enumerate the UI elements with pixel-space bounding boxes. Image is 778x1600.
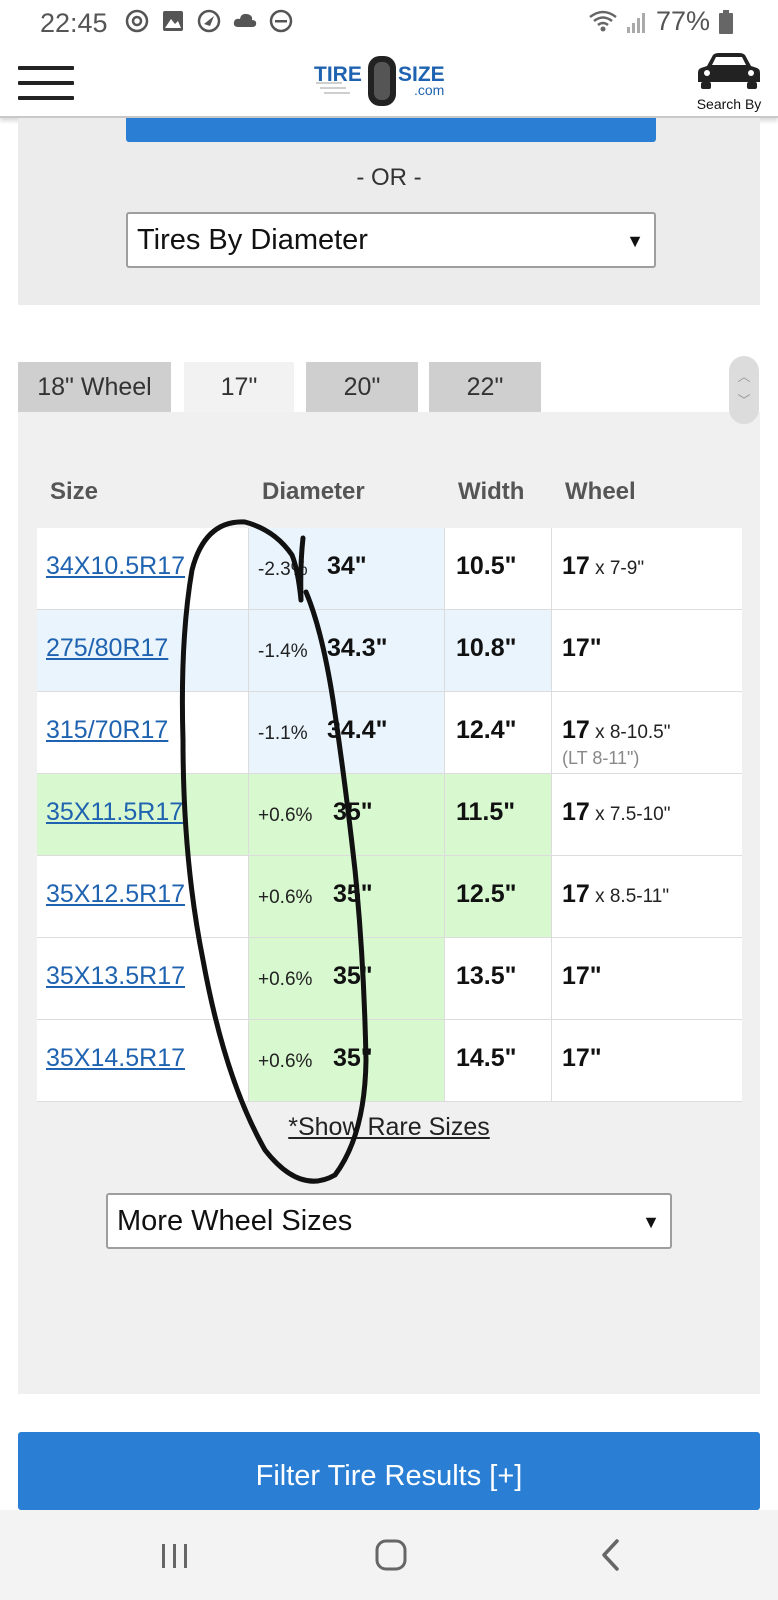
logo-text-tire: TIRE	[314, 63, 362, 86]
search-button[interactable]	[126, 118, 656, 142]
menu-icon[interactable]	[18, 66, 74, 100]
battery-percent: 77%	[655, 6, 710, 36]
header-wheel: Wheel	[565, 478, 636, 505]
wheel-range: x 7-9"	[589, 558, 645, 579]
wheel-size: 17"	[562, 1044, 602, 1072]
show-rare-sizes-link[interactable]: *Show Rare Sizes	[0, 1113, 778, 1142]
wheel-size: 17	[562, 552, 590, 580]
search-by-button[interactable]: Search By	[690, 52, 768, 112]
tab-18-wheel[interactable]: 18" Wheel	[18, 362, 171, 412]
size-link[interactable]: 35X14.5R17	[46, 1044, 185, 1073]
wheel-size-select-value: More Wheel Sizes	[117, 1205, 353, 1237]
table-row: 35X11.5R17 +0.6% 35" 11.5" 17 x 7.5-10"	[37, 774, 742, 856]
wheel-size: 17"	[562, 962, 602, 990]
site-header: TIRE SIZE .com Search By	[0, 46, 778, 118]
size-link[interactable]: 275/80R17	[46, 634, 168, 663]
diameter-value: 35"	[333, 1044, 373, 1072]
screen: 22:45 77% TIRE SIZE .com Search By - OR …	[0, 0, 778, 1600]
wheel-size: 17	[562, 880, 590, 908]
size-link[interactable]: 35X11.5R17	[46, 798, 183, 827]
gallery-icon	[163, 11, 183, 31]
diameter-value: 34.3"	[327, 634, 388, 662]
diameter-value: 35"	[333, 798, 373, 826]
diameter-select[interactable]: Tires By Diameter ▼	[126, 212, 656, 268]
wifi-icon	[589, 10, 617, 31]
size-link[interactable]: 34X10.5R17	[46, 552, 185, 581]
wheel-range: x 8.5-11"	[589, 886, 670, 907]
diameter-value: 35"	[333, 880, 373, 908]
size-link[interactable]: 35X12.5R17	[46, 880, 185, 909]
recent-apps-icon[interactable]	[150, 1532, 200, 1578]
wheel-lt-range: (LT 8-11")	[562, 748, 640, 768]
chevron-down-icon: ﹀	[737, 393, 751, 408]
filter-results-button[interactable]: Filter Tire Results [+]	[18, 1432, 760, 1510]
diameter-diff: +0.6%	[258, 969, 313, 990]
width-value: 12.5"	[456, 880, 517, 908]
diameter-value: 35"	[333, 962, 373, 990]
wheel-range: x 7.5-10"	[589, 804, 671, 825]
cloud-icon	[233, 13, 257, 27]
size-link[interactable]: 35X13.5R17	[46, 962, 185, 991]
status-right-icons: 77%	[588, 6, 734, 37]
search-by-label: Search By	[696, 96, 762, 112]
table-row: 35X14.5R17 +0.6% 35" 14.5" 17"	[37, 1020, 742, 1102]
width-value: 14.5"	[456, 1044, 517, 1072]
tab-17[interactable]: 17"	[184, 362, 294, 412]
table-row: 35X12.5R17 +0.6% 35" 12.5" 17 x 8.5-11"	[37, 856, 742, 938]
header-size: Size	[50, 478, 99, 505]
wheel-size: 17"	[562, 634, 602, 662]
app-icon	[197, 9, 221, 33]
system-nav-bar	[0, 1510, 778, 1600]
wheel-size: 17	[562, 798, 590, 826]
tab-22[interactable]: 22"	[429, 362, 541, 412]
status-bar: 22:45 77%	[0, 0, 778, 46]
tab-scroll-control[interactable]: ︿ ﹀	[729, 356, 759, 424]
diameter-value: 34.4"	[327, 716, 388, 744]
status-time: 22:45	[40, 8, 108, 38]
width-value: 10.5"	[456, 552, 517, 580]
diameter-diff: -1.1%	[258, 723, 308, 744]
or-divider: - OR -	[356, 164, 422, 191]
width-value: 12.4"	[456, 716, 517, 744]
width-value: 13.5"	[456, 962, 517, 990]
chevron-up-icon: ︿	[737, 369, 751, 384]
home-icon[interactable]	[366, 1532, 416, 1578]
table-row: 35X13.5R17 +0.6% 35" 13.5" 17"	[37, 938, 742, 1020]
signal-icon	[626, 12, 645, 33]
logo-text-domain: .com	[414, 82, 444, 98]
table-row: 315/70R17 -1.1% 34.4" 12.4" 17 x 8-10.5" (…	[37, 692, 742, 774]
tab-20[interactable]: 20"	[306, 362, 418, 412]
diameter-diff: -2.3%	[258, 559, 308, 580]
do-not-disturb-icon	[269, 9, 293, 33]
threads-icon	[125, 9, 149, 33]
diameter-diff: -1.4%	[258, 641, 308, 662]
diameter-value: 34"	[327, 552, 367, 580]
diameter-diff: +0.6%	[258, 805, 313, 826]
diameter-diff: +0.6%	[258, 1051, 313, 1072]
status-left-icons	[124, 8, 294, 34]
diameter-select-value: Tires By Diameter	[137, 224, 368, 256]
table-row: 34X10.5R17 -2.3% 34" 10.5" 17 x 7-9"	[37, 528, 742, 610]
back-icon[interactable]	[586, 1532, 636, 1578]
header-diameter: Diameter	[262, 478, 365, 505]
table-row: 275/80R17 -1.4% 34.3" 10.8" 17"	[37, 610, 742, 692]
width-value: 10.8"	[456, 634, 517, 662]
size-link[interactable]: 315/70R17	[46, 716, 168, 745]
wheel-size-select[interactable]: More Wheel Sizes ▼	[106, 1193, 672, 1249]
tiresize-logo[interactable]: TIRE SIZE .com	[314, 54, 466, 110]
dropdown-arrow-icon: ▼	[642, 1212, 660, 1232]
width-value: 11.5"	[456, 798, 516, 826]
car-icon	[698, 53, 760, 89]
wheel-range: x 8-10.5"	[589, 722, 671, 743]
dropdown-arrow-icon: ▼	[626, 231, 644, 251]
header-width: Width	[458, 478, 525, 505]
search-panel: - OR - Tires By Diameter ▼	[18, 118, 760, 305]
wheel-size: 17	[562, 716, 590, 744]
diameter-diff: +0.6%	[258, 887, 313, 908]
battery-icon	[719, 9, 733, 34]
